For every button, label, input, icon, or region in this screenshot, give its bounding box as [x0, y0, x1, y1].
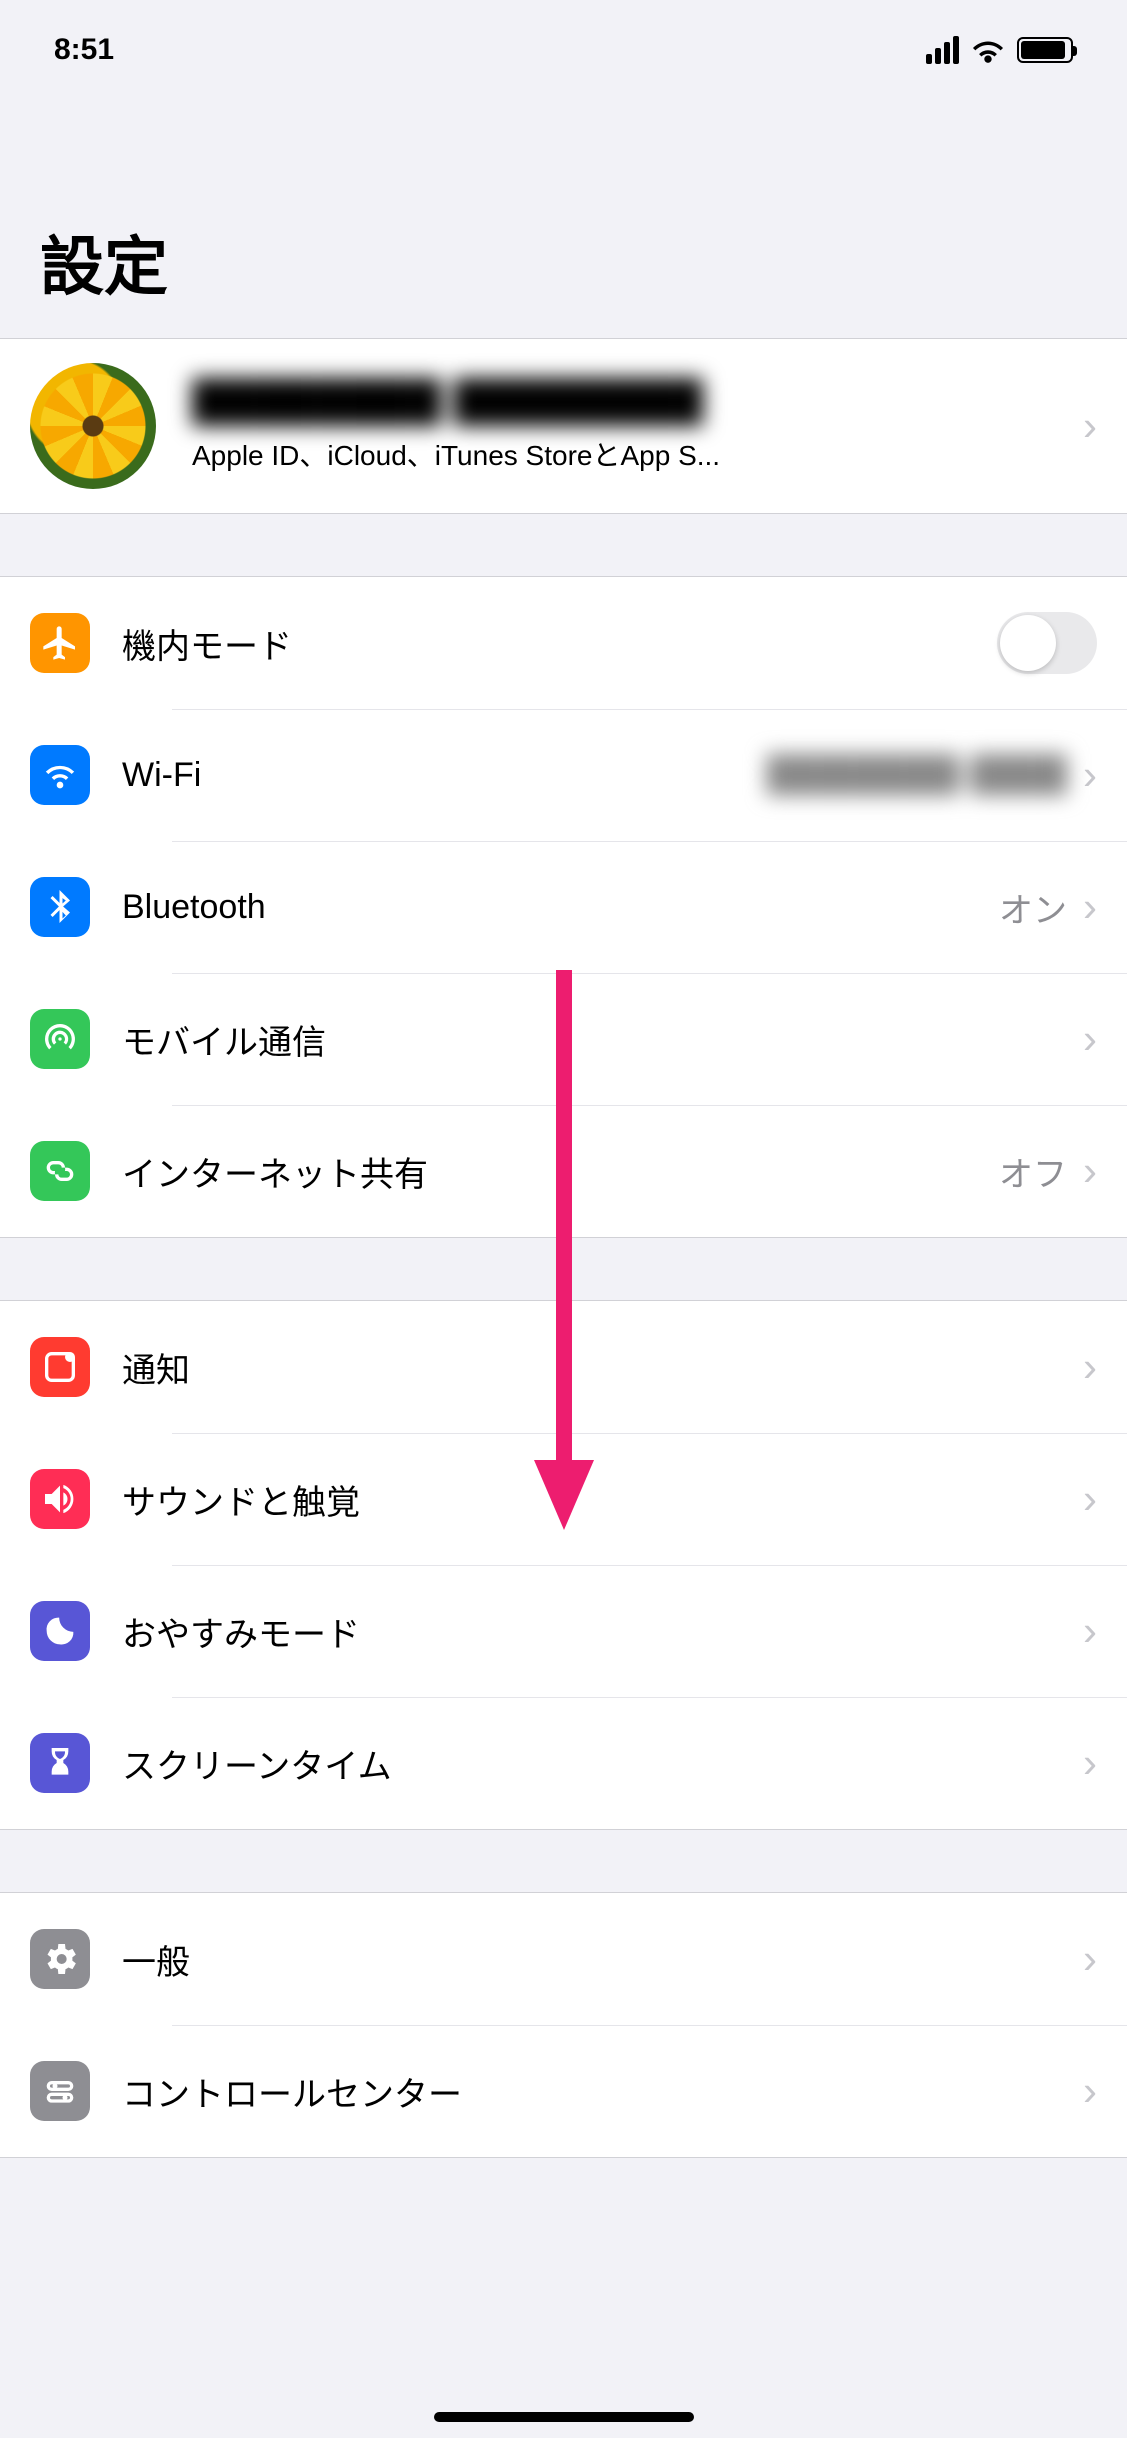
bluetooth-label: Bluetooth: [122, 888, 999, 927]
battery-icon: [1017, 37, 1073, 63]
wifi-status-icon: [971, 36, 1005, 64]
chevron-right-icon: ›: [1083, 751, 1097, 799]
notifications-icon: [30, 1337, 90, 1397]
chevron-right-icon: ›: [1083, 1607, 1097, 1655]
control-center-icon: [30, 2061, 90, 2121]
connectivity-group: 機内モード Wi-Fi ████████-████ › Bluetooth オン…: [0, 576, 1127, 1238]
profile-name: ████████ ████████: [192, 378, 1083, 426]
dnd-label: おやすみモード: [122, 1607, 1083, 1656]
cellular-signal-icon: [926, 36, 959, 64]
screentime-label: スクリーンタイム: [122, 1739, 1083, 1788]
screentime-row[interactable]: スクリーンタイム ›: [0, 1697, 1127, 1829]
wifi-label: Wi-Fi: [122, 756, 687, 795]
notifications-row[interactable]: 通知 ›: [0, 1301, 1127, 1433]
status-time: 8:51: [54, 33, 114, 67]
general-group: 一般 › コントロールセンター ›: [0, 1892, 1127, 2158]
control-center-label: コントロールセンター: [122, 2067, 1083, 2116]
page-header: 設定: [0, 100, 1127, 338]
dnd-row[interactable]: おやすみモード ›: [0, 1565, 1127, 1697]
home-indicator[interactable]: [434, 2412, 694, 2422]
airplane-icon: [30, 613, 90, 673]
chevron-right-icon: ›: [1083, 883, 1097, 931]
avatar: [30, 363, 156, 489]
airplane-toggle[interactable]: [997, 612, 1097, 674]
chevron-right-icon: ›: [1083, 1015, 1097, 1063]
airplane-mode-row[interactable]: 機内モード: [0, 577, 1127, 709]
bluetooth-icon: [30, 877, 90, 937]
cellular-label: モバイル通信: [122, 1015, 1083, 1064]
page-title: 設定: [40, 216, 1087, 308]
chevron-right-icon: ›: [1083, 1475, 1097, 1523]
airplane-label: 機内モード: [122, 619, 997, 668]
notifications-label: 通知: [122, 1343, 1083, 1392]
profile-group: ████████ ████████ Apple ID、iCloud、iTunes…: [0, 338, 1127, 514]
general-row[interactable]: 一般 ›: [0, 1893, 1127, 2025]
notifications-group: 通知 › サウンドと触覚 › おやすみモード › スクリーンタイム ›: [0, 1300, 1127, 1830]
profile-subtitle: Apple ID、iCloud、iTunes StoreとApp S...: [192, 434, 1083, 474]
hotspot-row[interactable]: インターネット共有 オフ ›: [0, 1105, 1127, 1237]
bluetooth-value: オン: [999, 883, 1067, 932]
bluetooth-row[interactable]: Bluetooth オン ›: [0, 841, 1127, 973]
status-indicators: [926, 36, 1073, 64]
cellular-icon: [30, 1009, 90, 1069]
screentime-icon: [30, 1733, 90, 1793]
chevron-right-icon: ›: [1083, 1147, 1097, 1195]
general-label: 一般: [122, 1935, 1083, 1984]
general-icon: [30, 1929, 90, 1989]
hotspot-value: オフ: [999, 1147, 1067, 1196]
cellular-row[interactable]: モバイル通信 ›: [0, 973, 1127, 1105]
chevron-right-icon: ›: [1083, 1739, 1097, 1787]
chevron-right-icon: ›: [1083, 1343, 1097, 1391]
wifi-value: ████████-████: [687, 755, 1067, 795]
wifi-row[interactable]: Wi-Fi ████████-████ ›: [0, 709, 1127, 841]
control-center-row[interactable]: コントロールセンター ›: [0, 2025, 1127, 2157]
hotspot-icon: [30, 1141, 90, 1201]
wifi-icon: [30, 745, 90, 805]
chevron-right-icon: ›: [1083, 402, 1097, 450]
apple-id-row[interactable]: ████████ ████████ Apple ID、iCloud、iTunes…: [0, 339, 1127, 513]
status-bar: 8:51: [0, 0, 1127, 100]
chevron-right-icon: ›: [1083, 2067, 1097, 2115]
chevron-right-icon: ›: [1083, 1935, 1097, 1983]
hotspot-label: インターネット共有: [122, 1147, 999, 1196]
sounds-label: サウンドと触覚: [122, 1475, 1083, 1524]
sounds-row[interactable]: サウンドと触覚 ›: [0, 1433, 1127, 1565]
dnd-icon: [30, 1601, 90, 1661]
sounds-icon: [30, 1469, 90, 1529]
